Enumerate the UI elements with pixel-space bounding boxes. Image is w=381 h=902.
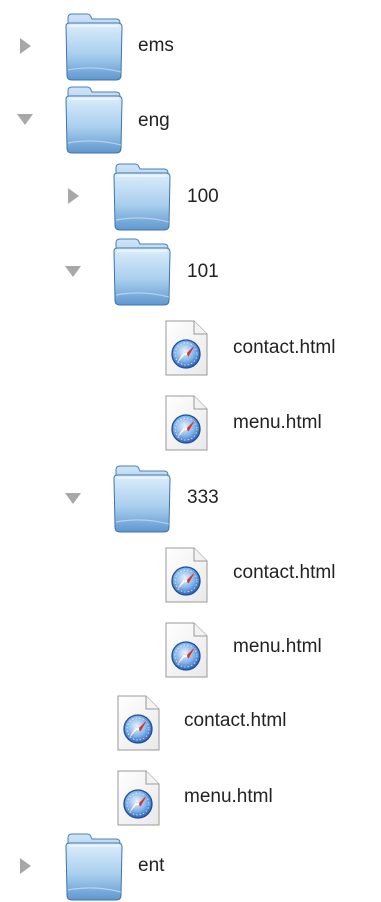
html-document-icon [116, 695, 162, 753]
folder-label: 101 [187, 261, 219, 282]
tree-row-eng[interactable]: eng [0, 83, 381, 155]
tree-row-ems[interactable]: ems [0, 10, 381, 82]
folder-label: eng [138, 110, 170, 131]
tree-row-file[interactable]: contact.html [0, 315, 381, 387]
folder-icon [64, 830, 124, 902]
disclosure-collapsed-icon[interactable] [62, 185, 84, 207]
html-document-icon [116, 770, 162, 828]
file-label: menu.html [184, 786, 273, 807]
disclosure-expanded-icon[interactable] [14, 108, 36, 130]
folder-label: 333 [187, 487, 219, 508]
html-document-icon [164, 547, 210, 605]
file-label: contact.html [233, 562, 336, 583]
disclosure-expanded-icon[interactable] [62, 487, 84, 509]
tree-row-file[interactable]: menu.html [0, 765, 381, 837]
disclosure-collapsed-icon[interactable] [14, 855, 36, 877]
folder-icon [64, 83, 124, 155]
folder-label: ems [138, 35, 174, 56]
disclosure-collapsed-icon[interactable] [14, 35, 36, 57]
tree-row-101[interactable]: 101 [0, 235, 381, 307]
file-label: contact.html [233, 337, 336, 358]
folder-label: ent [138, 855, 165, 876]
folder-icon [64, 10, 124, 82]
folder-label: 100 [187, 186, 219, 207]
folder-icon [112, 160, 172, 232]
tree-row-file[interactable]: contact.html [0, 690, 381, 762]
html-document-icon [164, 622, 210, 680]
folder-icon [112, 235, 172, 307]
disclosure-expanded-icon[interactable] [62, 260, 84, 282]
tree-row-100[interactable]: 100 [0, 160, 381, 232]
tree-row-ent[interactable]: ent [0, 830, 381, 902]
html-document-icon [164, 320, 210, 378]
folder-icon [112, 462, 172, 534]
tree-row-file[interactable]: menu.html [0, 617, 381, 689]
file-label: contact.html [184, 710, 287, 731]
tree-row-333[interactable]: 333 [0, 462, 381, 534]
tree-row-file[interactable]: contact.html [0, 542, 381, 614]
file-label: menu.html [233, 636, 322, 657]
html-document-icon [164, 395, 210, 453]
tree-row-file[interactable]: menu.html [0, 390, 381, 462]
file-label: menu.html [233, 412, 322, 433]
